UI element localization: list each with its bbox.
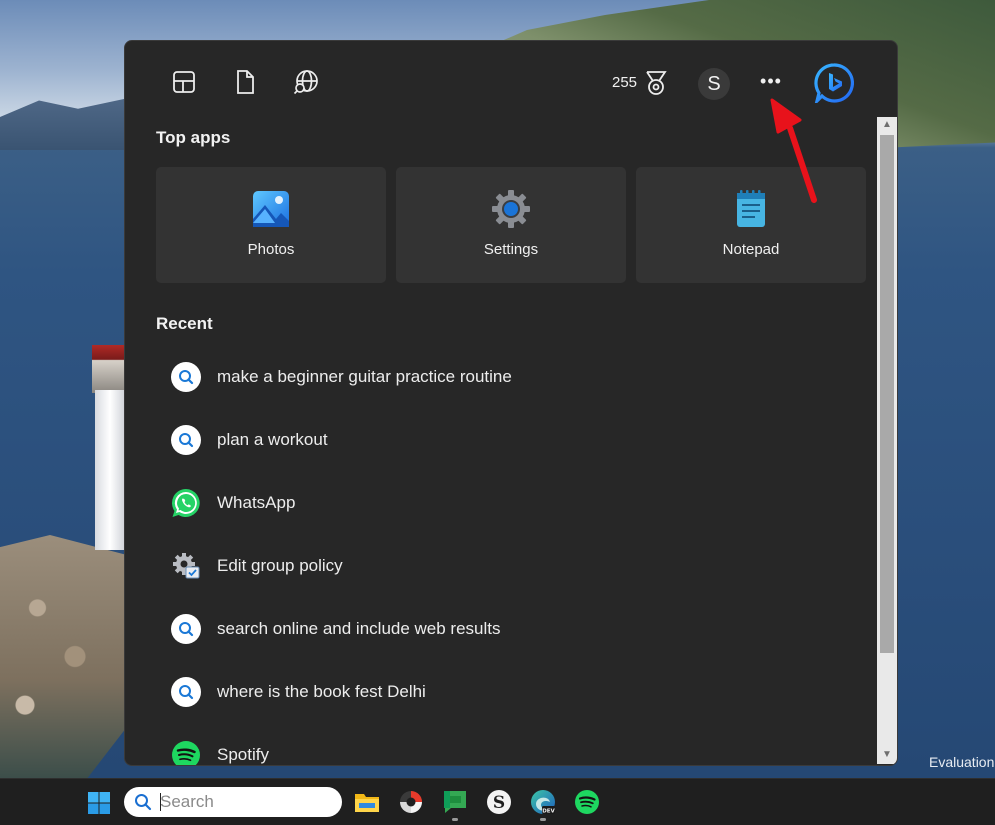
search-icon <box>171 614 201 644</box>
edge-dev-icon[interactable]: DEV <box>530 789 556 821</box>
search-icon <box>171 362 201 392</box>
more-options-icon[interactable]: ••• <box>757 69 785 97</box>
recent-item-label: where is the book fest Delhi <box>217 682 426 701</box>
notepad-icon <box>731 189 771 229</box>
davinci-resolve-icon[interactable] <box>398 789 424 815</box>
bing-icon[interactable] <box>814 63 854 107</box>
spotify-icon <box>171 740 201 765</box>
scroll-thumb[interactable] <box>880 135 894 653</box>
wallpaper-hills <box>0 97 130 150</box>
globe-search-icon[interactable] <box>293 69 319 95</box>
recent-heading: Recent <box>156 314 213 333</box>
recent-scrollbar[interactable]: ▲ ▼ <box>877 117 897 764</box>
svg-text:DEV: DEV <box>542 809 555 815</box>
recent-item-label: Spotify <box>217 745 269 764</box>
file-explorer-icon[interactable] <box>354 789 380 815</box>
recent-item-label: make a beginner guitar practice routine <box>217 367 512 386</box>
wallpaper-lighthouse-lamp <box>92 345 126 393</box>
top-app-label: Notepad <box>722 241 780 258</box>
whatsapp-icon <box>171 488 201 518</box>
text-caret <box>160 793 161 811</box>
top-app-photos[interactable]: Photos <box>156 167 386 283</box>
wallpaper-rocks <box>0 535 125 778</box>
svg-text:S: S <box>493 793 505 813</box>
group-policy-icon <box>171 551 201 581</box>
wallpaper-lighthouse <box>95 390 125 550</box>
widgets-icon[interactable] <box>171 69 197 95</box>
running-indicator <box>452 818 458 821</box>
windows-start-icon[interactable] <box>87 791 111 815</box>
recent-item-label: search online and include web results <box>217 619 501 638</box>
recent-item-label: plan a workout <box>217 430 328 449</box>
simplenote-icon[interactable]: S <box>486 789 512 815</box>
document-icon[interactable] <box>232 69 258 95</box>
recent-item-label: Edit group policy <box>217 556 343 575</box>
trophy-icon[interactable] <box>644 70 668 96</box>
top-app-settings[interactable]: Settings <box>396 167 626 283</box>
taskbar: S DEV <box>0 778 995 825</box>
recent-item-search-online[interactable]: search online and include web results <box>169 606 869 654</box>
google-chat-icon[interactable] <box>442 789 468 821</box>
top-app-notepad[interactable]: Notepad <box>636 167 866 283</box>
top-app-label: Settings <box>483 241 539 258</box>
scroll-up-icon[interactable]: ▲ <box>877 117 897 133</box>
user-avatar[interactable]: S <box>698 68 730 100</box>
taskbar-search-input[interactable] <box>160 790 330 814</box>
search-icon <box>171 425 201 455</box>
recent-item-label: WhatsApp <box>217 493 296 512</box>
annotation-arrow-icon <box>770 98 817 203</box>
recent-item-spotify[interactable]: Spotify <box>169 732 869 765</box>
recent-item-whatsapp[interactable]: WhatsApp <box>169 480 869 528</box>
top-app-label: Photos <box>247 241 295 258</box>
recent-item-plan-workout[interactable]: plan a workout <box>169 417 869 465</box>
scroll-down-icon[interactable]: ▼ <box>877 747 897 763</box>
recent-item-book-fest[interactable]: where is the book fest Delhi <box>169 669 869 717</box>
recent-item-guitar-routine[interactable]: make a beginner guitar practice routine <box>169 354 869 402</box>
photos-icon <box>251 189 291 229</box>
top-apps-grid: Photos Settings Notepad <box>156 167 868 283</box>
running-indicator <box>540 818 546 821</box>
top-apps-heading: Top apps <box>156 128 231 147</box>
evaluation-watermark: Evaluation <box>929 754 995 770</box>
spotify-icon[interactable] <box>574 789 600 815</box>
taskbar-search-box[interactable] <box>124 787 342 817</box>
settings-gear-icon <box>491 189 531 229</box>
recent-item-edit-group-policy[interactable]: Edit group policy <box>169 543 869 591</box>
rewards-points[interactable]: 255 <box>612 74 637 91</box>
search-icon <box>171 677 201 707</box>
search-icon <box>134 793 152 811</box>
